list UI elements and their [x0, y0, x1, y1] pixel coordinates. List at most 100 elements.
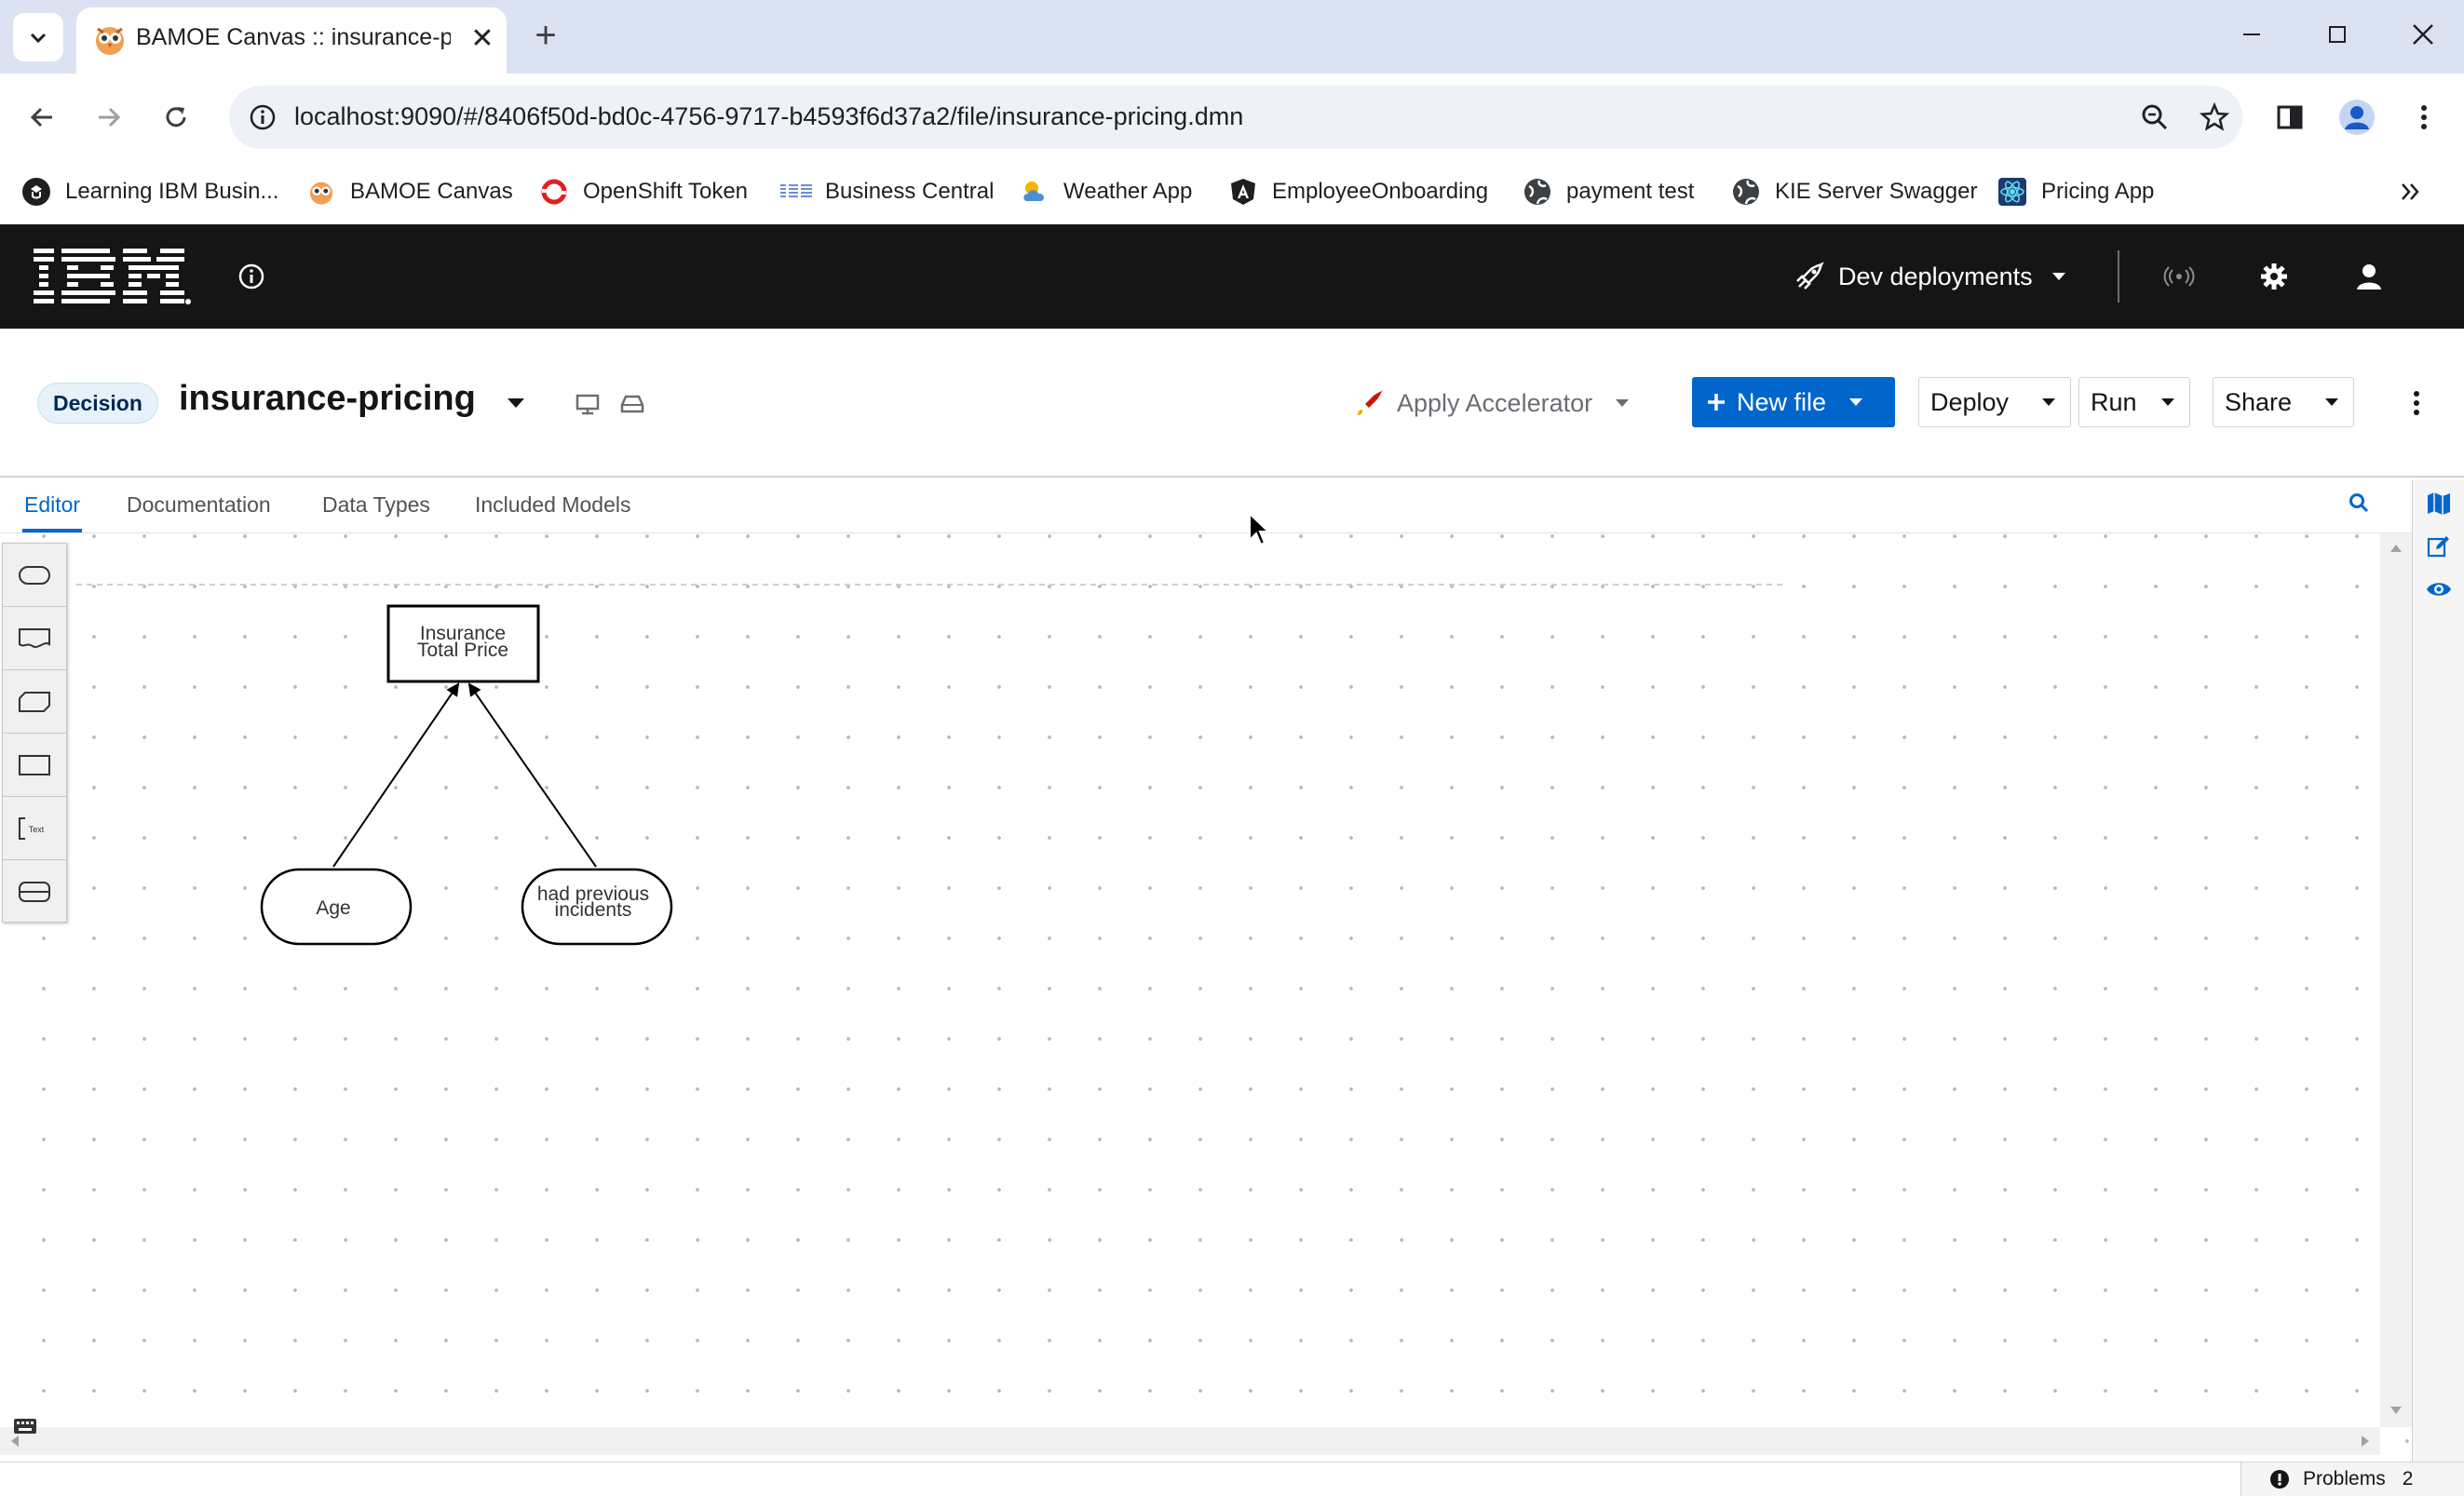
- eye-icon[interactable]: [2424, 574, 2454, 604]
- broadcast-button[interactable]: [2155, 252, 2203, 301]
- bookmark-payment-test[interactable]: payment test: [1522, 168, 1694, 215]
- file-switcher-caret[interactable]: [505, 392, 527, 414]
- storage-status-icon: [618, 390, 646, 418]
- exclamation-circle-icon: [2270, 1470, 2289, 1489]
- rocket-icon: [1358, 390, 1383, 415]
- address-bar[interactable]: localhost:9090/#/8406f50d-bd0c-4756-9717…: [229, 86, 2242, 149]
- more-options-button[interactable]: [2403, 384, 2430, 422]
- palette-decision-button[interactable]: [3, 734, 66, 797]
- browser-menu-button[interactable]: [2399, 92, 2449, 142]
- dmn-canvas[interactable]: Insurance Total Price Age had previous i…: [0, 533, 2412, 1462]
- dev-deployments-dropdown[interactable]: Dev deployments: [1794, 252, 2068, 301]
- tab-search-button[interactable]: [13, 13, 63, 61]
- angular-icon: [1227, 176, 1259, 208]
- bookmark-weather-app[interactable]: Weather App: [1019, 168, 1192, 215]
- file-name[interactable]: insurance-pricing: [179, 379, 476, 419]
- palette-decision-service-button[interactable]: [3, 860, 66, 923]
- tab-documentation[interactable]: Documentation: [127, 492, 271, 518]
- decision-node[interactable]: Insurance Total Price: [386, 604, 540, 683]
- site-info-icon[interactable]: [242, 97, 283, 138]
- profile-button[interactable]: [2332, 92, 2382, 142]
- caret-down-icon: [2310, 377, 2353, 427]
- keyboard-shortcuts-icon[interactable]: [13, 1418, 37, 1435]
- bookmark-openshift-token[interactable]: OpenShift Token: [538, 168, 748, 215]
- input-data-node[interactable]: Age: [260, 868, 413, 946]
- about-button[interactable]: [233, 258, 270, 295]
- ibm-logo[interactable]: [34, 245, 192, 306]
- tab-data-types[interactable]: Data Types: [322, 492, 430, 518]
- user-account-button[interactable]: [2345, 252, 2393, 301]
- input-data-node[interactable]: had previous incidents: [521, 868, 673, 946]
- bookmark-learning-ibm[interactable]: Learning IBM Busin...: [20, 168, 278, 215]
- kebab-menu-icon: [2414, 391, 2419, 415]
- learning-icon: [20, 176, 52, 208]
- close-tab-icon[interactable]: ✕: [464, 20, 501, 58]
- decision-shape-icon: [19, 754, 50, 775]
- reload-button[interactable]: [151, 92, 201, 142]
- input-data-shape-icon: [19, 565, 50, 585]
- problems-toggle[interactable]: Problems 2: [2241, 1462, 2464, 1496]
- caret-down-icon: [2027, 377, 2070, 427]
- palette-text-annotation-button[interactable]: Text: [3, 797, 66, 860]
- caret-down-icon: [1616, 399, 1630, 407]
- bookmark-business-central[interactable]: Business Central: [780, 168, 994, 215]
- palette-input-data-button[interactable]: [3, 544, 66, 607]
- minimize-button[interactable]: [2224, 11, 2280, 58]
- zoom-icon[interactable]: [2134, 97, 2175, 138]
- properties-side-panel: [2412, 479, 2464, 1462]
- vertical-scrollbar[interactable]: [2380, 533, 2412, 1427]
- close-window-button[interactable]: [2395, 11, 2451, 58]
- scroll-right-icon: [2362, 1435, 2369, 1447]
- tab-editor[interactable]: Editor: [24, 492, 80, 518]
- run-dropdown[interactable]: Run: [2078, 377, 2190, 427]
- minimize-icon: [2243, 34, 2260, 35]
- mouse-cursor-icon: [1249, 512, 1270, 546]
- maximize-button[interactable]: [2309, 11, 2365, 58]
- bookmarks-overflow-button[interactable]: [2391, 168, 2429, 215]
- bamoe-owl-icon: [305, 176, 337, 208]
- ibm-icon: [780, 176, 812, 208]
- bookmark-star-icon[interactable]: [2194, 97, 2235, 138]
- input-data-node-label: Age: [316, 897, 350, 919]
- tab-included-models[interactable]: Included Models: [475, 492, 631, 518]
- status-bar: Problems 2: [0, 1462, 2464, 1496]
- share-dropdown[interactable]: Share: [2213, 377, 2354, 427]
- bookmark-pricing-app[interactable]: Pricing App: [1997, 168, 2154, 215]
- information-requirement-edge[interactable]: [332, 682, 460, 868]
- input-data-node-label-line: incidents: [555, 899, 632, 921]
- horizontal-scrollbar[interactable]: [0, 1427, 2380, 1455]
- new-file-button[interactable]: New file: [1692, 377, 1895, 427]
- bookmark-employee-onboarding[interactable]: EmployeeOnboarding: [1227, 168, 1488, 215]
- edit-icon[interactable]: [2424, 532, 2454, 561]
- palette-bkm-button[interactable]: [3, 670, 66, 734]
- information-requirement-edge[interactable]: [467, 682, 597, 868]
- maximize-icon: [2329, 26, 2346, 43]
- app-masthead: Dev deployments: [0, 224, 2464, 329]
- plus-icon: [1708, 394, 1725, 411]
- side-panel-button[interactable]: [2265, 92, 2315, 142]
- settings-button[interactable]: [2250, 252, 2298, 301]
- back-button[interactable]: [17, 92, 67, 142]
- url-text: localhost:9090/#/8406f50d-bd0c-4756-9717…: [294, 102, 1244, 130]
- bamoe-owl-icon: [96, 27, 124, 55]
- side-panel-icon: [2277, 105, 2303, 129]
- broadcast-icon: [2163, 266, 2195, 287]
- reload-icon: [166, 107, 186, 128]
- caret-down-icon: [2051, 273, 2065, 280]
- new-tab-button[interactable]: +: [523, 15, 568, 60]
- decision-service-shape-icon: [19, 882, 50, 902]
- caret-down-icon: [2146, 377, 2189, 427]
- deploy-dropdown[interactable]: Deploy: [1918, 377, 2071, 427]
- bookmark-kie-server-swagger[interactable]: KIE Server Swagger: [1730, 168, 1977, 215]
- browser-tab-strip: BAMOE Canvas :: insurance-pric ✕ +: [0, 0, 2464, 74]
- palette-knowledge-source-button[interactable]: [3, 607, 66, 670]
- search-button[interactable]: [2345, 489, 2373, 517]
- dmn-diagram: Insurance Total Price Age had previous i…: [260, 604, 673, 946]
- forward-button[interactable]: [84, 92, 134, 142]
- apply-accelerator-dropdown[interactable]: Apply Accelerator: [1354, 377, 1631, 429]
- search-icon: [2349, 493, 2369, 513]
- browser-tab-active[interactable]: BAMOE Canvas :: insurance-pric ✕: [76, 7, 507, 74]
- map-icon[interactable]: [2424, 489, 2454, 519]
- active-tab-indicator: [22, 529, 82, 532]
- bookmark-bamoe-canvas[interactable]: BAMOE Canvas: [305, 168, 513, 215]
